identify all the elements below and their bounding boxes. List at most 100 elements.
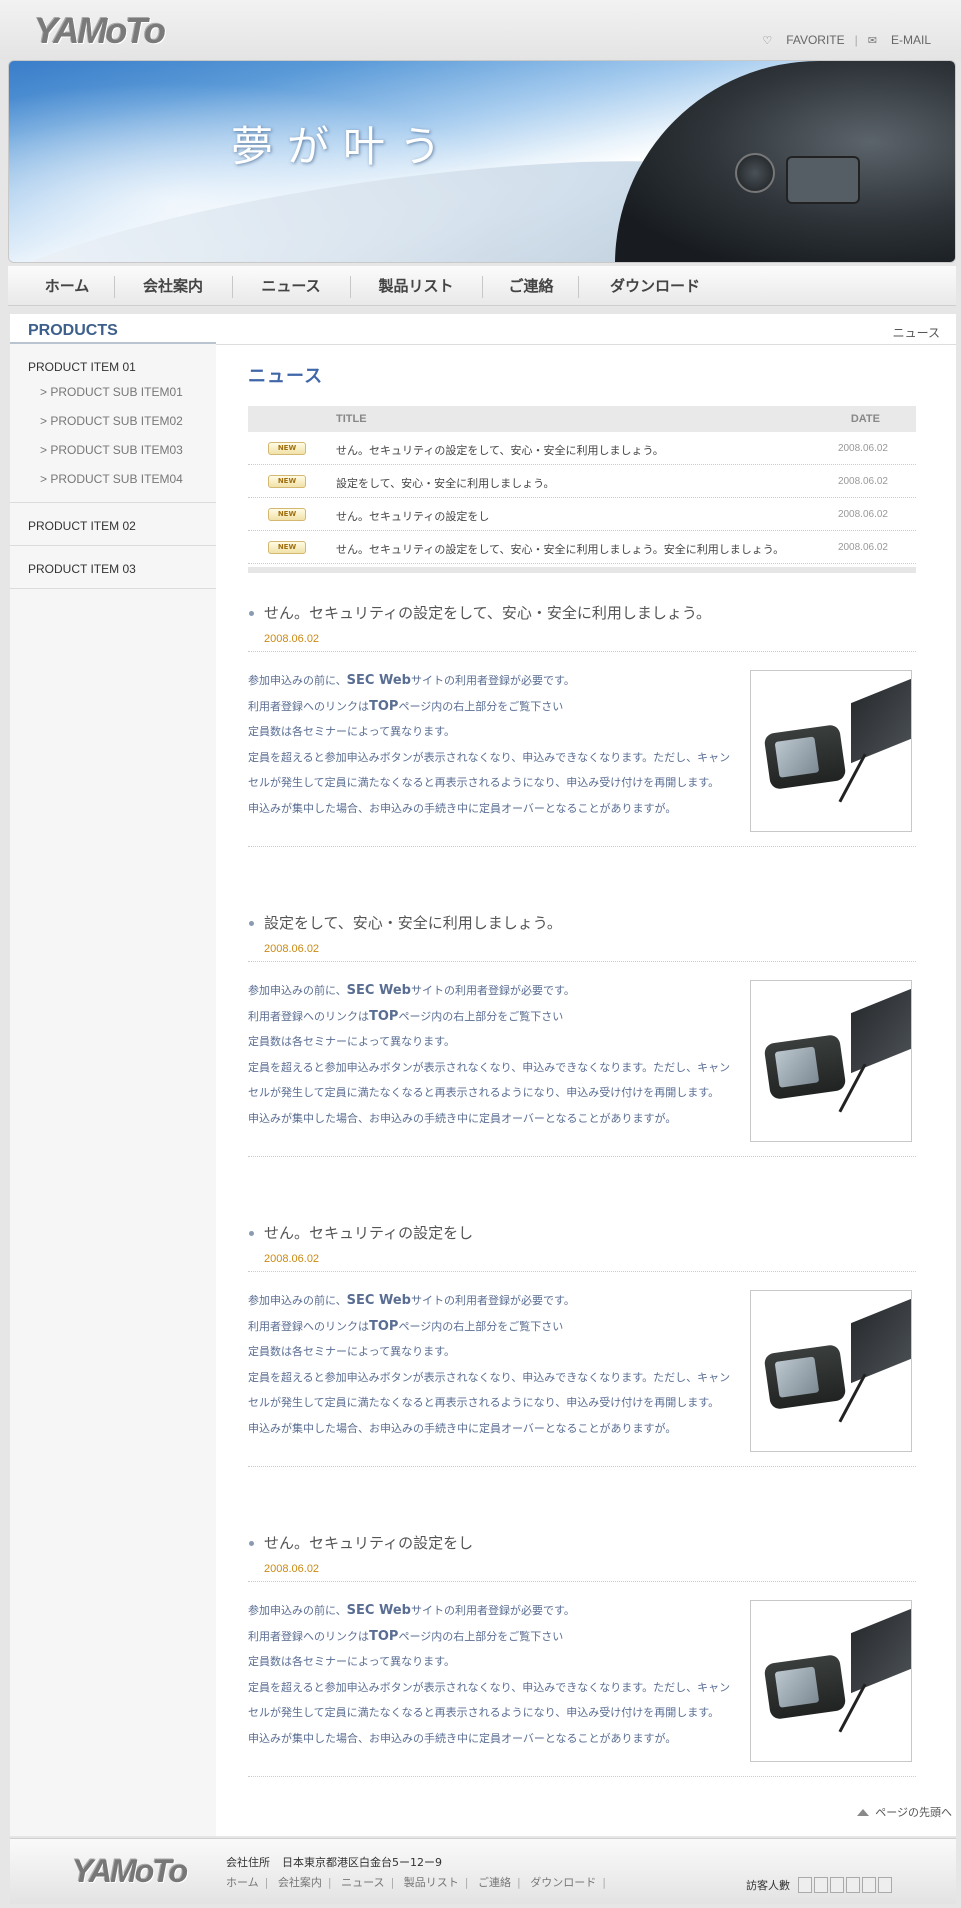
counter-digit (830, 1877, 844, 1893)
news-article: 設定をして、安心・安全に利用しましょう。 2008.06.02 参加申込みの前に… (248, 908, 916, 1157)
counter-digit (798, 1877, 812, 1893)
sidebar-group-3: PRODUCT ITEM 03 (10, 546, 216, 589)
table-row[interactable]: NEW せん。セキュリティの設定をして、安心・安全に利用しましょう。 2008.… (248, 432, 916, 465)
article-title[interactable]: せん。セキュリティの設定をし (248, 1528, 916, 1558)
article-text: 参加申込みの前に、SEC Webサイトの利用者登録が必要です。 利用者登録へのリ… (248, 1293, 731, 1435)
nav-divider (114, 276, 115, 298)
footer-address: 会社住所 日本東京都港区白金台5ー12ー9 (226, 1854, 442, 1870)
bullet-icon (249, 921, 254, 926)
site-logo[interactable]: YAMoTo (34, 10, 166, 52)
nav-products[interactable]: 製品リスト (354, 266, 478, 306)
article-date: 2008.06.02 (248, 1558, 916, 1582)
sidebar-group-1: PRODUCT ITEM 01 > PRODUCT SUB ITEM01 > P… (10, 344, 216, 503)
nav-divider (350, 276, 351, 298)
article-date: 2008.06.02 (248, 628, 916, 652)
nav-home[interactable]: ホーム (22, 266, 112, 306)
footer-link-news[interactable]: ニュース (341, 1876, 384, 1889)
sidebar: PRODUCTS PRODUCT ITEM 01 > PRODUCT SUB I… (10, 314, 216, 1836)
sidebar-item-product-03[interactable]: PRODUCT ITEM 03 (28, 558, 216, 580)
row-date: 2008.06.02 (837, 542, 888, 553)
article-body: 参加申込みの前に、SEC Webサイトの利用者登録が必要です。 利用者登録へのリ… (248, 1272, 916, 1467)
article-title[interactable]: せん。セキュリティの設定をして、安心・安全に利用しましょう。 (248, 598, 916, 628)
new-badge: NEW (268, 508, 306, 521)
table-row[interactable]: NEW せん。セキュリティの設定をして、安心・安全に利用しましょう。安全に利用し… (248, 531, 916, 564)
main-content: ニュース ニュース TITLE DATE NEW せん。セキュリティの設定をして… (216, 314, 956, 1836)
footer-link-home[interactable]: ホーム (226, 1876, 259, 1889)
address-text: 日本東京都港区白金台5ー12ー9 (282, 1856, 442, 1869)
footer-logo: YAMoTo (72, 1853, 188, 1889)
sidebar-sub-item-03[interactable]: > PRODUCT SUB ITEM03 (28, 436, 216, 465)
sidebar-group-2: PRODUCT ITEM 02 (10, 503, 216, 546)
article-body: 参加申込みの前に、SEC Webサイトの利用者登録が必要です。 利用者登録へのリ… (248, 962, 916, 1157)
article-title[interactable]: せん。セキュリティの設定をし (248, 1218, 916, 1248)
table-header: TITLE DATE (248, 406, 916, 432)
article-text: 参加申込みの前に、SEC Webサイトの利用者登録が必要です。 利用者登録へのリ… (248, 1603, 731, 1745)
email-link[interactable]: E-MAIL (891, 33, 931, 47)
banner-car-dashboard (615, 61, 955, 262)
row-title[interactable]: 設定をして、安心・安全に利用しましょう。 (336, 475, 554, 491)
banner-screen (786, 156, 860, 204)
nav-divider (578, 276, 579, 298)
row-date: 2008.06.02 (837, 443, 888, 454)
sidebar-sub-item-02[interactable]: > PRODUCT SUB ITEM02 (28, 407, 216, 436)
banner-title: 夢が叶う (231, 122, 456, 171)
product-image (750, 670, 912, 832)
main-nav: ホーム 会社案内 ニュース 製品リスト ご連絡 ダウンロード (8, 266, 956, 306)
footer-link-download[interactable]: ダウンロード (530, 1876, 596, 1889)
table-row[interactable]: NEW せん。セキュリティの設定をし 2008.06.02 (248, 498, 916, 531)
article-date: 2008.06.02 (248, 1248, 916, 1272)
article-text: 参加申込みの前に、SEC Webサイトの利用者登録が必要です。 利用者登録へのリ… (248, 673, 731, 815)
counter-digit (878, 1877, 892, 1893)
utility-links: ♡ FAVORITE | ✉ E-MAIL (762, 33, 931, 47)
counter-digit (814, 1877, 828, 1893)
hero-banner: 夢が叶う (8, 60, 956, 263)
footer: YAMoTo 会社住所 日本東京都港区白金台5ー12ー9 ホーム | 会社案内 | ニ… (10, 1838, 956, 1904)
new-badge: NEW (268, 475, 306, 488)
new-badge: NEW (268, 442, 306, 455)
heart-icon: ♡ (762, 34, 773, 47)
row-date: 2008.06.02 (837, 509, 888, 520)
nav-news[interactable]: ニュース (236, 266, 346, 306)
footer-link-contact[interactable]: ご連絡 (478, 1876, 511, 1889)
sidebar-sub-item-01[interactable]: > PRODUCT SUB ITEM01 (28, 378, 216, 407)
column-header-date: DATE (850, 413, 880, 425)
back-to-top-link[interactable]: ページの先頭へ (857, 1804, 952, 1820)
news-table: TITLE DATE NEW せん。セキュリティの設定をして、安心・安全に利用し… (248, 406, 916, 573)
nav-divider (482, 276, 483, 298)
new-badge: NEW (268, 541, 306, 554)
article-date: 2008.06.02 (248, 938, 916, 962)
table-row[interactable]: NEW 設定をして、安心・安全に利用しましょう。 2008.06.02 (248, 465, 916, 498)
bullet-icon (249, 1231, 254, 1236)
arrow-up-icon (857, 1809, 870, 1816)
utility-divider: | (854, 33, 858, 47)
counter-digit (862, 1877, 876, 1893)
address-label: 会社住所 (226, 1856, 270, 1869)
row-title[interactable]: せん。セキュリティの設定をして、安心・安全に利用しましょう。安全に利用しましょう… (336, 541, 784, 557)
visitor-counter: 訪客人數 (746, 1877, 892, 1893)
envelope-icon: ✉ (867, 34, 877, 47)
row-date: 2008.06.02 (837, 476, 888, 487)
row-title[interactable]: せん。セキュリティの設定をして、安心・安全に利用しましょう。 (336, 442, 664, 458)
header: YAMoTo ♡ FAVORITE | ✉ E-MAIL (0, 0, 961, 60)
footer-links: ホーム | 会社案内 | ニュース | 製品リスト | ご連絡 | ダウンロード | (226, 1876, 606, 1889)
bullet-icon (249, 1541, 254, 1546)
banner-dial (735, 153, 775, 193)
article-body: 参加申込みの前に、SEC Webサイトの利用者登録が必要です。 利用者登録へのリ… (248, 1582, 916, 1777)
sidebar-sub-item-04[interactable]: > PRODUCT SUB ITEM04 (28, 465, 216, 494)
article-title[interactable]: 設定をして、安心・安全に利用しましょう。 (248, 908, 916, 938)
nav-company[interactable]: 会社案内 (118, 266, 228, 306)
footer-link-company[interactable]: 会社案内 (278, 1876, 322, 1889)
counter-digit (846, 1877, 860, 1893)
sidebar-item-product-02[interactable]: PRODUCT ITEM 02 (28, 515, 216, 537)
row-title[interactable]: せん。セキュリティの設定をし (336, 508, 489, 524)
page-title: ニュース (248, 366, 324, 387)
nav-download[interactable]: ダウンロード (582, 266, 728, 306)
sidebar-item-product-01[interactable]: PRODUCT ITEM 01 (28, 356, 216, 378)
news-article: せん。セキュリティの設定をし 2008.06.02 参加申込みの前に、SEC W… (248, 1528, 916, 1777)
nav-contact[interactable]: ご連絡 (486, 266, 576, 306)
footer-link-products[interactable]: 製品リスト (404, 1876, 459, 1889)
table-footer-bar (248, 567, 916, 573)
favorite-link[interactable]: FAVORITE (786, 33, 844, 47)
product-image (750, 1290, 912, 1452)
breadcrumb[interactable]: ニュース (893, 324, 940, 341)
